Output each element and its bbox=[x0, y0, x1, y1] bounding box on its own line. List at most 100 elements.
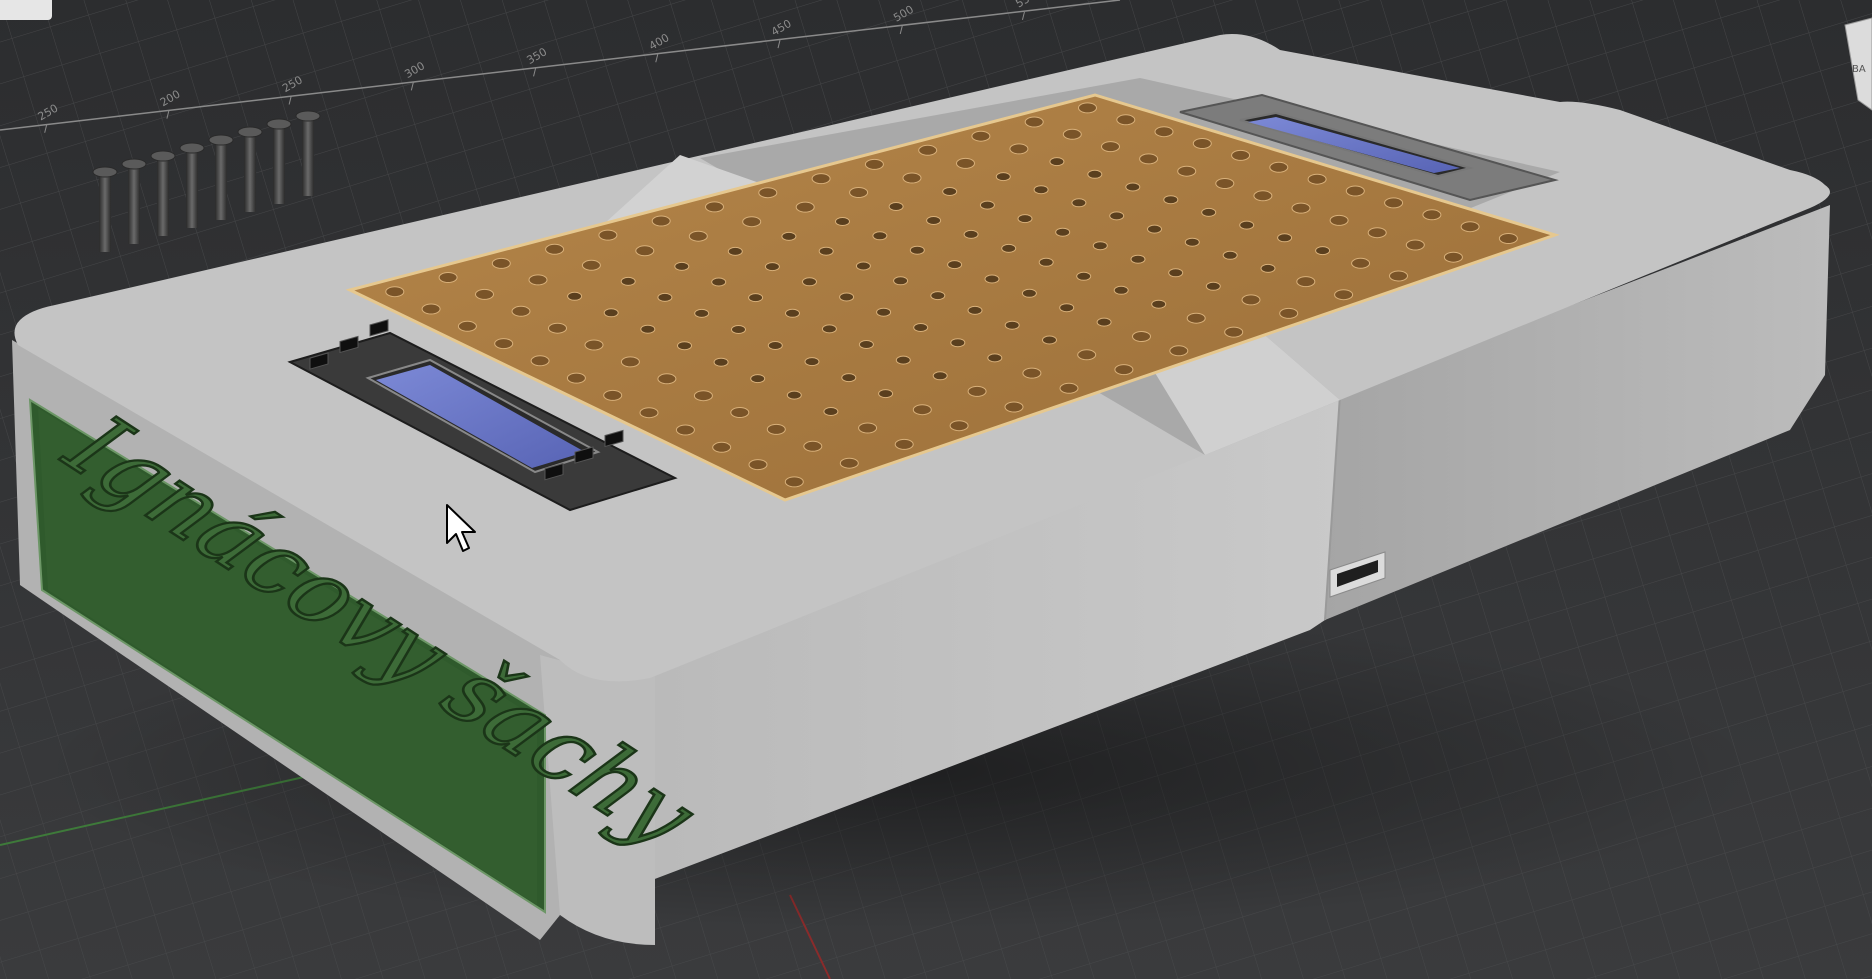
board-hole bbox=[1147, 224, 1162, 234]
board-hole bbox=[694, 308, 710, 318]
board-hole bbox=[872, 231, 888, 241]
board-hole bbox=[1351, 257, 1371, 269]
viewport-corner-button[interactable] bbox=[0, 0, 52, 20]
board-hole bbox=[1151, 299, 1167, 309]
board-hole bbox=[1125, 182, 1141, 192]
board-hole bbox=[930, 291, 946, 301]
board-hole bbox=[677, 341, 692, 351]
board-hole bbox=[1224, 326, 1244, 338]
board-hole bbox=[639, 407, 659, 419]
cad-viewport[interactable]: 250200250300350400450500550 bbox=[0, 0, 1872, 979]
board-hole bbox=[620, 356, 640, 368]
board-hole bbox=[1192, 138, 1212, 149]
board-hole bbox=[1130, 254, 1146, 264]
board-hole bbox=[1062, 128, 1082, 140]
board-hole bbox=[1132, 331, 1151, 342]
board-hole bbox=[1078, 102, 1097, 114]
board-hole bbox=[603, 308, 619, 318]
board-hole bbox=[895, 355, 911, 365]
board-hole bbox=[786, 390, 802, 400]
board-hole bbox=[979, 200, 995, 210]
board-hole bbox=[823, 407, 839, 416]
board-hole bbox=[675, 424, 695, 436]
board-hole bbox=[620, 276, 636, 286]
board-hole bbox=[835, 217, 850, 226]
board-hole bbox=[1004, 320, 1020, 330]
board-hole bbox=[603, 389, 623, 401]
board-hole bbox=[758, 187, 778, 199]
board-hole bbox=[949, 420, 969, 432]
board-hole bbox=[876, 307, 892, 317]
board-hole bbox=[1113, 285, 1129, 295]
board-hole bbox=[1443, 251, 1463, 263]
board-hole bbox=[1177, 165, 1197, 177]
board-hole bbox=[748, 293, 764, 303]
board-hole bbox=[804, 357, 820, 367]
board-hole bbox=[1101, 141, 1120, 153]
board-hole bbox=[1205, 281, 1221, 291]
board-hole bbox=[1049, 157, 1065, 167]
board-hole bbox=[1253, 190, 1273, 202]
board-hole bbox=[932, 371, 948, 381]
board-hole bbox=[1186, 312, 1206, 324]
board-hole bbox=[781, 231, 797, 241]
board-hole bbox=[1055, 227, 1071, 237]
board-hole bbox=[598, 229, 618, 241]
board-hole bbox=[1139, 153, 1159, 165]
board-hole bbox=[1215, 178, 1235, 189]
board-hole bbox=[693, 390, 713, 402]
board-hole bbox=[1087, 169, 1103, 179]
board-hole bbox=[1334, 289, 1354, 301]
board-hole bbox=[1017, 214, 1033, 224]
board-hole bbox=[545, 243, 565, 255]
board-hole bbox=[947, 260, 963, 270]
board-hole bbox=[530, 355, 550, 367]
scene-canvas[interactable]: 250200250300350400450500550 bbox=[0, 0, 1872, 979]
board-hole bbox=[1498, 233, 1518, 244]
board-hole bbox=[864, 158, 884, 170]
board-hole bbox=[1315, 246, 1331, 256]
board-hole bbox=[909, 245, 925, 255]
board-hole bbox=[1024, 116, 1044, 128]
board-hole bbox=[764, 262, 780, 272]
board-hole bbox=[1042, 335, 1057, 345]
board-hole bbox=[1163, 195, 1179, 205]
board-hole bbox=[1114, 364, 1134, 376]
board-hole bbox=[1460, 221, 1480, 233]
board-hole bbox=[727, 246, 743, 256]
board-hole bbox=[855, 261, 871, 271]
svg-text:BA: BA bbox=[1852, 64, 1866, 75]
board-hole bbox=[548, 322, 567, 334]
board-hole bbox=[984, 274, 1000, 284]
board-hole bbox=[912, 404, 932, 416]
board-hole bbox=[1009, 143, 1029, 155]
board-hole bbox=[858, 422, 878, 434]
board-hole bbox=[748, 459, 768, 471]
board-hole bbox=[742, 216, 762, 228]
board-hole bbox=[913, 323, 929, 332]
board-hole bbox=[950, 338, 966, 348]
board-hole bbox=[841, 373, 857, 383]
board-hole bbox=[1076, 271, 1092, 281]
board-hole bbox=[839, 457, 859, 469]
board-hole bbox=[421, 303, 441, 315]
board-hole bbox=[1239, 220, 1255, 230]
board-hole bbox=[511, 305, 531, 317]
board-hole bbox=[902, 172, 922, 184]
board-hole bbox=[1260, 263, 1276, 273]
board-hole bbox=[784, 476, 804, 488]
board-hole bbox=[491, 257, 511, 269]
board-hole bbox=[657, 373, 677, 385]
board-hole bbox=[475, 288, 494, 300]
board-hole bbox=[688, 230, 708, 242]
board-hole bbox=[858, 340, 874, 349]
board-hole bbox=[967, 385, 987, 397]
board-hole bbox=[1059, 382, 1079, 394]
board-hole bbox=[581, 259, 601, 271]
board-hole bbox=[713, 357, 729, 367]
board-hole bbox=[1231, 149, 1251, 161]
board-hole bbox=[893, 276, 909, 286]
board-hole bbox=[674, 261, 690, 271]
board-hole bbox=[730, 407, 750, 418]
board-hole bbox=[705, 201, 724, 213]
